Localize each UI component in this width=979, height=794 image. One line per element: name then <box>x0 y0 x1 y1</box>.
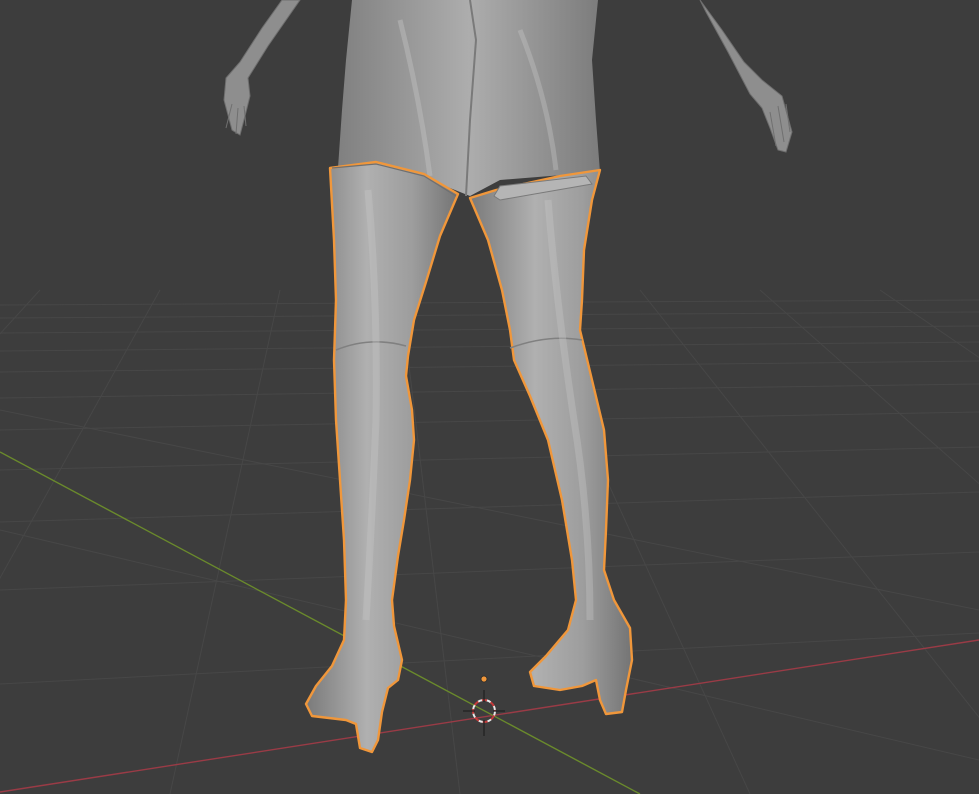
3d-viewport[interactable] <box>0 0 979 794</box>
object-origin-dot[interactable] <box>480 675 488 683</box>
floor-grid <box>0 289 979 794</box>
x-axis-line <box>0 639 979 793</box>
left-boot[interactable] <box>304 160 460 754</box>
right-arm <box>699 0 793 153</box>
3d-cursor-icon[interactable] <box>463 690 505 736</box>
viewport-canvas[interactable] <box>0 0 979 794</box>
left-arm <box>223 0 301 136</box>
right-boot[interactable] <box>468 168 634 716</box>
